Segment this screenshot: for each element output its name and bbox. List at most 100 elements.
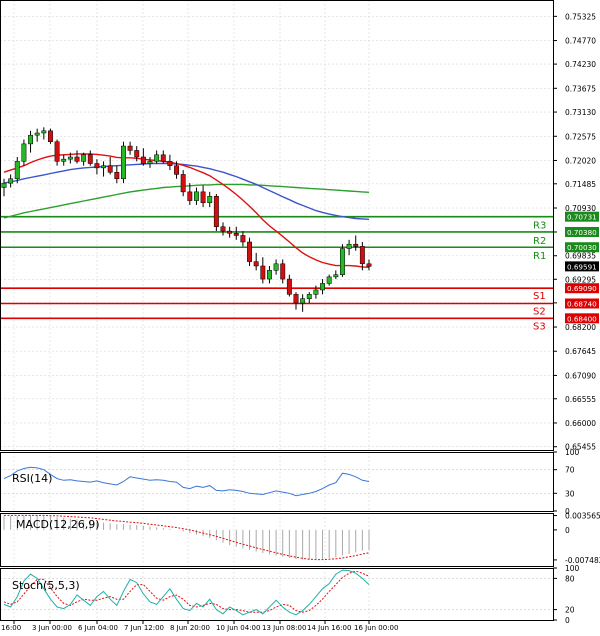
candle-body: [48, 130, 53, 142]
candle: [220, 222, 226, 236]
candle-body: [140, 156, 146, 164]
candle: [353, 235, 359, 251]
candle: [233, 226, 239, 240]
candle: [41, 127, 47, 140]
candle: [340, 244, 345, 277]
candle: [300, 294, 306, 312]
candle-body: [61, 158, 67, 162]
candle: [306, 292, 312, 304]
stoch-panel: 10080 200: [0, 564, 580, 625]
panel-frame: [0, 0, 554, 451]
candle: [320, 279, 325, 295]
candle-body: [306, 294, 312, 299]
candle-body: [273, 263, 279, 271]
x-tick-label: m 16:00: [0, 624, 21, 632]
candle-body: [154, 154, 160, 162]
candle-body: [1, 182, 7, 188]
candle-body: [180, 174, 186, 193]
candle-body: [346, 243, 352, 249]
candles: [1, 127, 372, 312]
y-tick-label: 0.69835: [565, 252, 596, 261]
candle-body: [300, 298, 306, 304]
y-tick-label: 0.66000: [565, 419, 596, 428]
candle: [366, 259, 372, 271]
macd-tick-label: 0.003565: [565, 512, 600, 521]
stoch-k-line: [3, 569, 370, 616]
candle-body: [107, 165, 113, 173]
ma-blue-line: [3, 162, 370, 220]
candle-body: [87, 154, 93, 164]
y-tick-label: 0.75325: [565, 12, 596, 21]
candle-body: [293, 294, 299, 304]
x-tick-label: 16 Jun 00:00: [354, 624, 398, 632]
candle-body: [207, 195, 213, 204]
stoch-tick-label: 100: [565, 564, 580, 573]
stoch-tick-label: 0: [565, 616, 570, 625]
candle: [61, 154, 67, 166]
candle: [293, 292, 299, 310]
candle: [154, 150, 160, 164]
rsi-label: RSI(14): [12, 472, 52, 485]
candle-body: [267, 270, 272, 280]
y-tick-label: 0.73675: [565, 84, 596, 93]
candle-body: [101, 165, 106, 169]
candle: [21, 139, 27, 166]
candle: [286, 274, 292, 297]
candle: [180, 170, 186, 197]
stoch-tick-label: 80: [565, 574, 575, 583]
candle: [107, 156, 113, 175]
candle-body: [21, 143, 27, 162]
candle-body: [8, 178, 14, 184]
candle: [1, 178, 7, 197]
level-name-s3: S3: [533, 321, 546, 332]
x-tick-label: 6 Jun 04:00: [78, 624, 118, 632]
level-name-r1: R1: [533, 251, 546, 262]
x-axis: m 16:00 3 Jun 00:00 6 Jun 04:00 7 Jun 12:00…: [0, 620, 398, 632]
stoch-tick-label: 20: [565, 606, 575, 615]
candle-body: [121, 145, 126, 180]
candle: [28, 130, 33, 153]
candle-body: [28, 134, 33, 145]
candle-body: [260, 265, 266, 280]
candle-body: [174, 165, 179, 175]
candle: [227, 226, 233, 238]
candle: [194, 187, 199, 205]
rsi-tick-label: 70: [565, 466, 575, 475]
candle-body: [353, 243, 359, 247]
candle-body: [313, 289, 319, 295]
x-tick-label: 3 Jun 00:00: [32, 624, 72, 632]
y-tick-label: 0.74770: [565, 37, 596, 46]
candle-body: [81, 154, 87, 162]
y-tick-label: 0.66555: [565, 395, 596, 404]
level-tag-label: 0.70380: [567, 228, 597, 237]
level-tag-label: 0.68400: [567, 314, 597, 323]
candle: [213, 194, 219, 232]
candle-body: [200, 191, 206, 204]
candle-body: [340, 248, 345, 275]
candle-body: [194, 191, 199, 201]
level-tag-label: 0.69090: [567, 284, 597, 293]
candle: [14, 156, 20, 184]
candle-body: [220, 226, 226, 232]
candle: [147, 156, 153, 168]
candle: [8, 174, 14, 188]
candle-body: [160, 154, 166, 162]
chart-area: R3 R2 R1 S1 S2 S3 0.75325 0.74770 0.74230 0.7367…: [0, 0, 600, 632]
candle: [74, 150, 80, 164]
candle-body: [247, 241, 252, 262]
candle-body: [326, 276, 332, 284]
candle-body: [333, 274, 339, 278]
macd-tick-label: 0: [565, 526, 570, 535]
candle: [54, 139, 60, 166]
candle-body: [127, 145, 133, 151]
candle-body: [114, 171, 120, 180]
candle: [81, 152, 87, 166]
level-name-s2: S2: [533, 306, 546, 317]
level-tag-label: 0.70030: [567, 243, 597, 252]
candle-body: [359, 246, 365, 265]
candle: [87, 150, 93, 166]
candle: [127, 141, 133, 155]
candle: [326, 274, 332, 286]
candle: [207, 191, 213, 208]
candle-body: [147, 161, 153, 164]
